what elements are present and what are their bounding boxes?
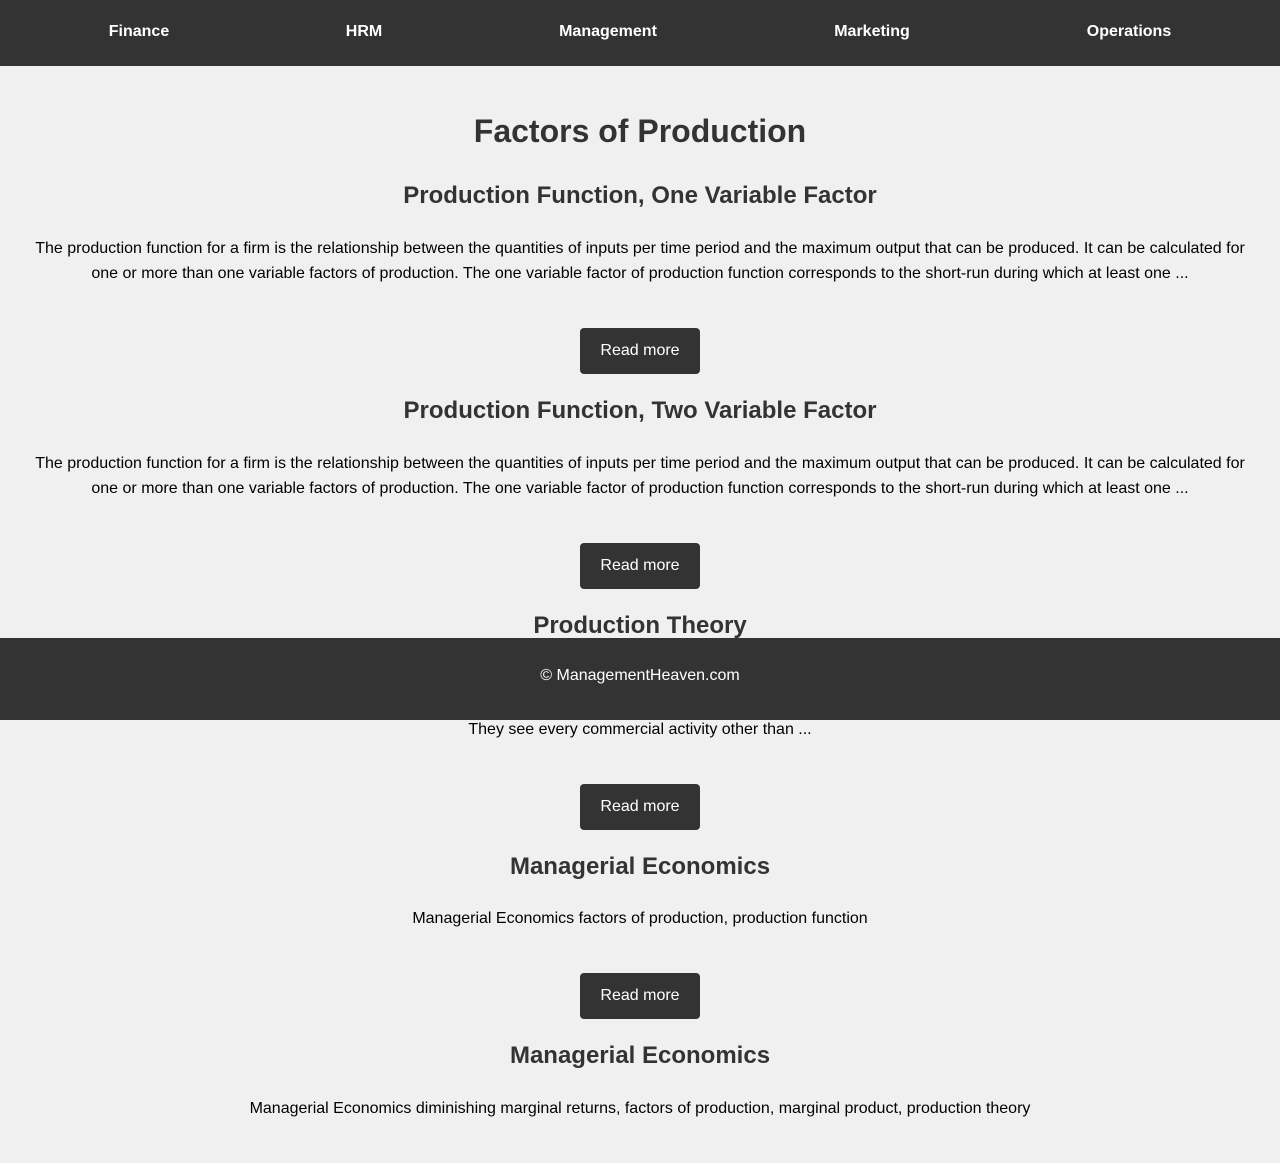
article-excerpt: The production function for a firm is th… bbox=[30, 451, 1250, 501]
article-excerpt: Managerial Economics factors of producti… bbox=[412, 910, 868, 927]
read-more-button[interactable]: Read more bbox=[580, 973, 700, 1019]
excerpt-line: one or more than one variable factors of… bbox=[91, 480, 1189, 497]
article-excerpt: The production function for a firm is th… bbox=[30, 236, 1250, 286]
main-content: Factors of Production Production Functio… bbox=[0, 0, 1280, 1163]
read-more-button[interactable]: Read more bbox=[580, 328, 700, 374]
article-title: Managerial Economics bbox=[509, 853, 771, 880]
excerpt-line: The production function for a firm is th… bbox=[35, 455, 1245, 472]
article-title: Managerial Economics bbox=[509, 1042, 771, 1069]
excerpt-line: one or more than one variable factors of… bbox=[91, 265, 1189, 282]
read-more-button[interactable]: Read more bbox=[580, 784, 700, 830]
article-title: Production Function, One Variable Factor bbox=[403, 182, 877, 209]
footer: © ManagementHeaven.com bbox=[0, 638, 1280, 720]
excerpt-line: They see every commercial activity other… bbox=[468, 721, 812, 738]
page-title: Factors of Production bbox=[473, 113, 807, 149]
excerpt-line: The production function for a firm is th… bbox=[35, 240, 1245, 257]
article-title: Production Theory bbox=[533, 612, 747, 639]
article-excerpt: Managerial Economics diminishing margina… bbox=[249, 1100, 1031, 1117]
read-more-button[interactable]: Read more bbox=[580, 543, 700, 589]
copyright-text: © ManagementHeaven.com bbox=[540, 667, 740, 684]
article-title: Production Function, Two Variable Factor bbox=[403, 397, 877, 424]
article-excerpt: They see every commercial activity other… bbox=[30, 717, 1250, 742]
